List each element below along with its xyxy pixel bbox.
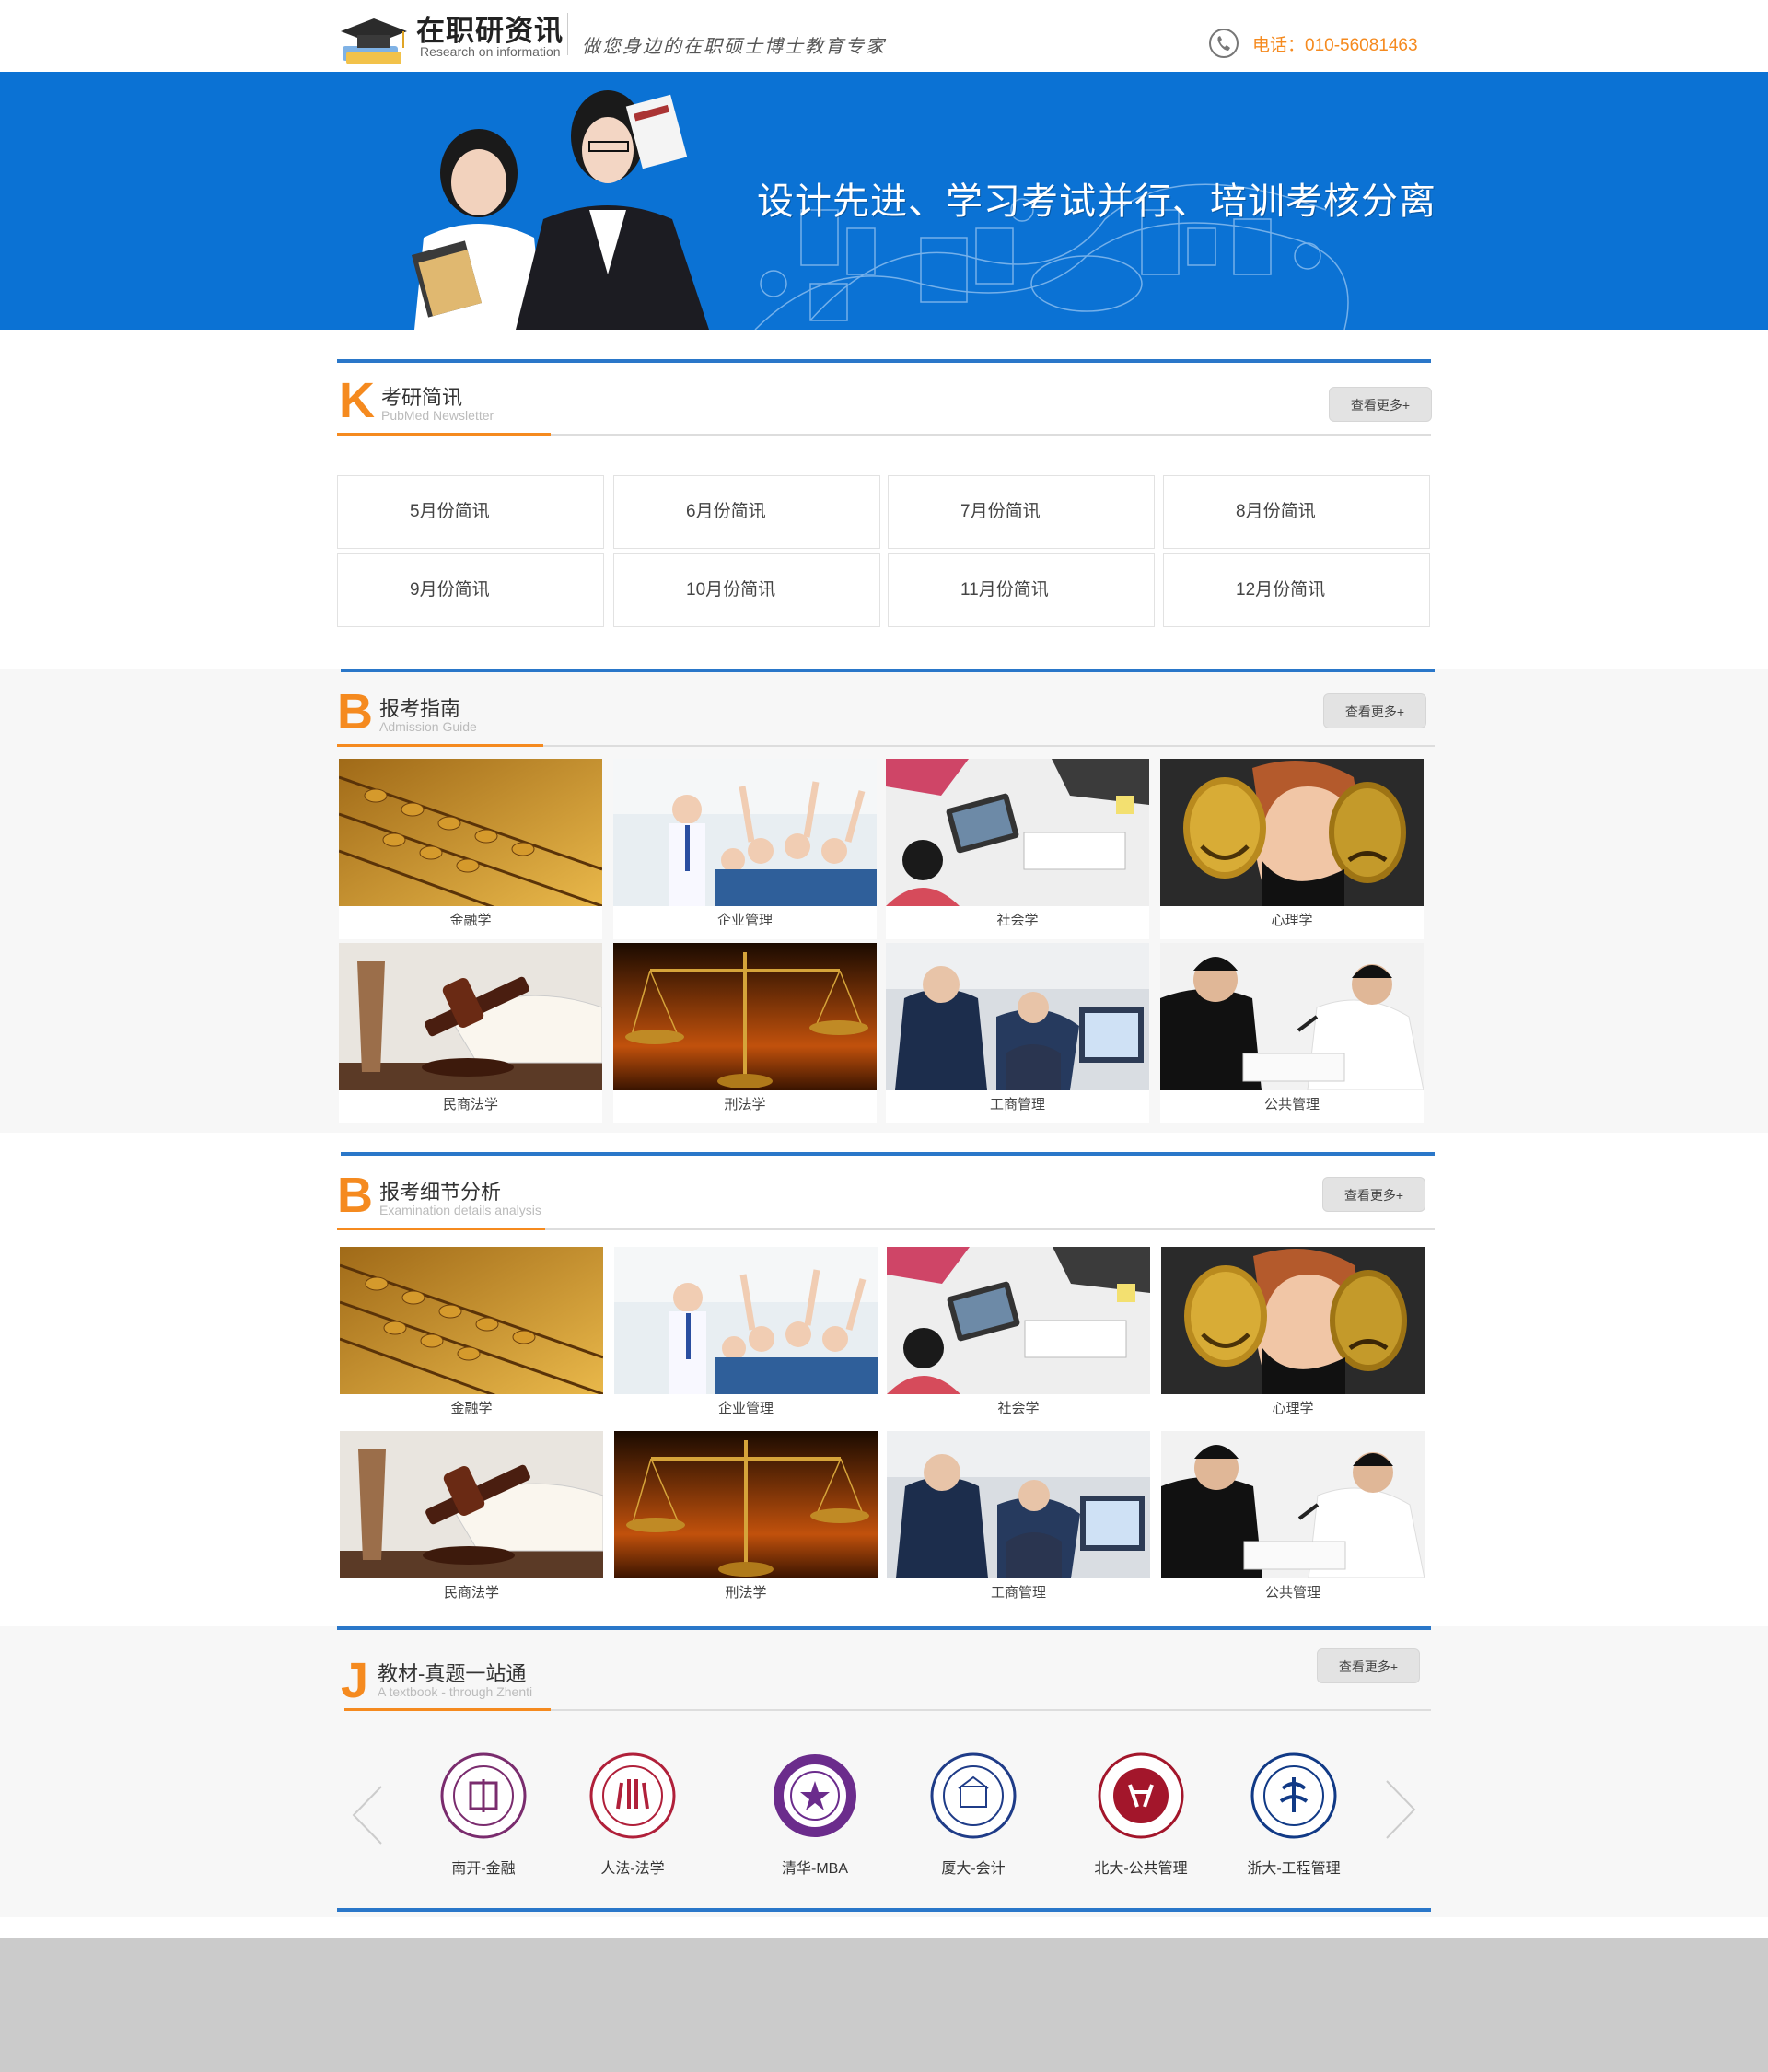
graduation-cap-icon	[341, 18, 407, 64]
details-card[interactable]: 企业管理	[614, 1247, 878, 1427]
tsinghua-seal-icon	[774, 1754, 856, 1837]
header-slogan: 做您身边的在职硕士博士教育专家	[582, 37, 886, 57]
scales-image	[613, 943, 877, 1090]
carousel-next-arrow-icon[interactable]	[1381, 1777, 1418, 1842]
university-item[interactable]: 清华-MBA	[764, 1752, 866, 1878]
logo-title: 在职研资讯	[416, 15, 564, 48]
masks-image	[1161, 1247, 1425, 1394]
guide-letter: B	[337, 684, 373, 739]
newsletter-title: 考研简讯	[381, 386, 463, 409]
details-card[interactable]: 心理学	[1161, 1247, 1425, 1427]
details-card[interactable]: 工商管理	[887, 1431, 1150, 1612]
business-image	[1161, 1431, 1425, 1578]
masks-image	[1160, 759, 1424, 906]
site-footer	[0, 1938, 1768, 2072]
xiamen-seal-icon	[930, 1752, 1017, 1839]
zhejiang-seal-icon	[1250, 1752, 1337, 1839]
banner-woman-right	[516, 90, 709, 330]
guide-more-button[interactable]: 查看更多+	[1323, 693, 1426, 728]
guide-card[interactable]: 心理学	[1160, 759, 1424, 939]
newsletter-subtitle: PubMed Newsletter	[381, 408, 494, 423]
newsletter-more-button[interactable]: 查看更多+	[1329, 387, 1432, 422]
details-card[interactable]: 金融学	[340, 1247, 603, 1427]
newsletter-item[interactable]: 6月份简讯	[613, 475, 880, 549]
textbook-letter: J	[341, 1653, 369, 1708]
details-card[interactable]: 社会学	[887, 1247, 1150, 1427]
newsletter-section: K 考研简讯 PubMed Newsletter 查看更多+ 5月份简讯 6月份…	[0, 330, 1768, 669]
classroom-image	[613, 759, 877, 906]
carousel-prev-arrow-icon[interactable]	[350, 1783, 387, 1847]
renmin-seal-icon	[589, 1752, 676, 1839]
guide-card[interactable]: 工商管理	[886, 943, 1149, 1123]
guide-section: B 报考指南 Admission Guide 查看更多+ 金融学 企业管理 社会…	[0, 669, 1768, 1133]
newsletter-item[interactable]: 7月份简讯	[888, 475, 1155, 549]
gavel-image	[340, 1431, 603, 1578]
textbook-title: 教材-真题一站通	[378, 1662, 527, 1685]
meeting-image	[887, 1247, 1150, 1394]
newsletter-item[interactable]: 10月份简讯	[613, 553, 880, 627]
details-more-button[interactable]: 查看更多+	[1322, 1177, 1425, 1212]
details-subtitle: Examination details analysis	[379, 1203, 541, 1217]
scales-image	[614, 1431, 878, 1578]
guide-card[interactable]: 社会学	[886, 759, 1149, 939]
textbook-subtitle: A textbook - through Zhenti	[378, 1684, 533, 1699]
logo-subtitle: Research on information	[420, 44, 561, 59]
university-item[interactable]: 厦大-会计	[923, 1752, 1024, 1878]
details-card[interactable]: 民商法学	[340, 1431, 603, 1612]
university-item[interactable]: 南开-金融	[433, 1752, 534, 1878]
textbook-more-button[interactable]: 查看更多+	[1317, 1648, 1420, 1683]
details-section: B 报考细节分析 Examination details analysis 查看…	[0, 1133, 1768, 1626]
banner-headline: 设计先进、学习考试并行、培训考核分离	[757, 181, 1436, 222]
guide-card[interactable]: 刑法学	[613, 943, 877, 1123]
details-card[interactable]: 刑法学	[614, 1431, 878, 1612]
textbook-section: J 教材-真题一站通 A textbook - through Zhenti 查…	[0, 1626, 1768, 1917]
officers-image	[887, 1431, 1150, 1578]
site-header: 在职研资讯 Research on information 做您身边的在职硕士博…	[0, 0, 1768, 71]
guide-card[interactable]: 民商法学	[339, 943, 602, 1123]
business-image	[1160, 943, 1424, 1090]
university-item[interactable]: 人法-法学	[582, 1752, 683, 1878]
newsletter-letter: K	[339, 373, 375, 428]
newsletter-item[interactable]: 5月份简讯	[337, 475, 604, 549]
details-title: 报考细节分析	[379, 1181, 502, 1204]
details-card[interactable]: 公共管理	[1161, 1431, 1425, 1612]
bottom-divider	[337, 1908, 1431, 1912]
university-item[interactable]: 浙大-工程管理	[1243, 1752, 1344, 1878]
guide-subtitle: Admission Guide	[379, 719, 477, 734]
guide-card[interactable]: 公共管理	[1160, 943, 1424, 1123]
nankai-seal-icon	[440, 1752, 527, 1839]
header-phone[interactable]: 电话：010-56081463	[1252, 31, 1418, 56]
university-item[interactable]: 北大-公共管理	[1090, 1752, 1192, 1878]
peking-seal-icon	[1098, 1752, 1184, 1839]
abacus-image	[340, 1247, 603, 1394]
site-logo[interactable]: 在职研资讯 Research on information	[337, 6, 567, 66]
phone-icon	[1209, 29, 1239, 58]
abacus-image	[339, 759, 602, 906]
guide-card[interactable]: 企业管理	[613, 759, 877, 939]
newsletter-item[interactable]: 11月份简讯	[888, 553, 1155, 627]
gavel-image	[339, 943, 602, 1090]
details-letter: B	[337, 1168, 373, 1223]
officers-image	[886, 943, 1149, 1090]
newsletter-item[interactable]: 9月份简讯	[337, 553, 604, 627]
meeting-image	[886, 759, 1149, 906]
guide-card[interactable]: 金融学	[339, 759, 602, 939]
guide-title: 报考指南	[379, 697, 461, 720]
newsletter-item[interactable]: 8月份简讯	[1163, 475, 1430, 549]
classroom-image	[614, 1247, 878, 1394]
hero-banner: 设计先进、学习考试并行、培训考核分离	[0, 72, 1768, 330]
header-divider	[567, 13, 568, 55]
newsletter-item[interactable]: 12月份简讯	[1163, 553, 1430, 627]
